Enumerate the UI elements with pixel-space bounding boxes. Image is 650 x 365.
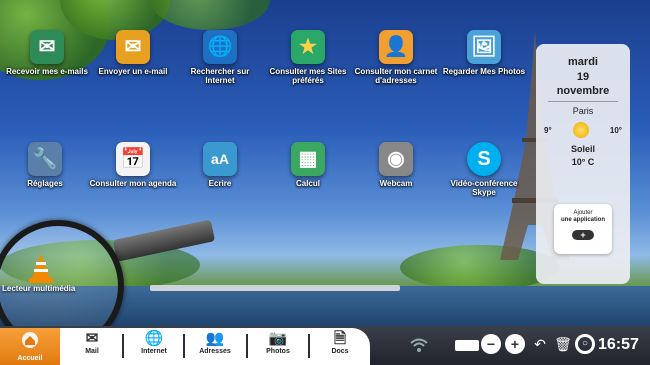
app-send-email[interactable]: ✉ Envoyer un e-mail bbox=[88, 30, 178, 76]
dock-label-addresses: Adresses bbox=[199, 348, 231, 355]
date-weather-widget: mardi 19 novembre Paris 9° 10° Soleil 10… bbox=[536, 44, 630, 284]
app-receive-email[interactable]: ✉ Recevoir mes e-mails bbox=[2, 30, 92, 76]
app-label: Consulter mes Sites préférés bbox=[269, 67, 347, 85]
dock-separator bbox=[183, 334, 185, 358]
app-label: Rechercher sur Internet bbox=[190, 67, 250, 85]
send-mail-icon: ✉ bbox=[116, 30, 150, 64]
spreadsheet-icon: ▦ bbox=[291, 142, 325, 176]
calendar-icon: 📅 bbox=[116, 142, 150, 176]
app-calculation[interactable]: ▦ Calcul bbox=[263, 142, 353, 188]
bridge-decoration bbox=[150, 285, 400, 291]
favorites-globe-icon: ★ bbox=[291, 30, 325, 64]
app-label: Calcul bbox=[295, 179, 320, 188]
desktop-background: ✉ Recevoir mes e-mails ✉ Envoyer un e-ma… bbox=[0, 0, 650, 365]
dock-home-button[interactable]: Accueil bbox=[0, 328, 60, 365]
day-number: 19 bbox=[576, 71, 590, 83]
camera-icon: 📷 bbox=[268, 330, 288, 347]
globe-icon: 🌐 bbox=[144, 330, 164, 347]
app-agenda[interactable]: 📅 Consulter mon agenda bbox=[88, 142, 178, 188]
app-search-internet[interactable]: 🌐 Rechercher sur Internet bbox=[175, 30, 265, 85]
vlc-cone-icon[interactable] bbox=[28, 254, 54, 284]
write-document-icon: aA bbox=[203, 142, 237, 176]
address-book-icon: 👤 bbox=[379, 30, 413, 64]
clock: 16:57 bbox=[598, 336, 639, 353]
webcam-icon: ◉ bbox=[379, 142, 413, 176]
sun-icon bbox=[572, 122, 589, 138]
weather-city: Paris bbox=[572, 106, 594, 116]
battery-icon[interactable] bbox=[455, 340, 479, 351]
app-address-book[interactable]: 👤 Consulter mon carnet d'adresses bbox=[351, 30, 441, 85]
photos-icon: 🖼 bbox=[467, 30, 501, 64]
dock-label-mail: Mail bbox=[85, 348, 99, 355]
add-app-label-1: Ajouter bbox=[573, 210, 593, 216]
dock-label-docs: Docs bbox=[331, 348, 349, 355]
dock-separator bbox=[308, 334, 310, 358]
current-temperature: 10° C bbox=[571, 157, 595, 167]
dock-mail[interactable]: ✉ Mail bbox=[64, 330, 120, 364]
temp-high: 10° bbox=[609, 125, 622, 135]
media-player-label: Lecteur multimédia bbox=[2, 284, 76, 293]
weather-condition: Soleil bbox=[570, 144, 595, 154]
receive-mail-icon: ✉ bbox=[30, 30, 64, 64]
mail-icon: ✉ bbox=[85, 330, 99, 347]
app-photos[interactable]: 🖼 Regarder Mes Photos bbox=[439, 30, 529, 76]
app-label: Réglages bbox=[27, 179, 63, 188]
undo-icon[interactable]: ↶ bbox=[530, 334, 550, 354]
zoom-in-icon[interactable]: + bbox=[505, 334, 525, 354]
app-label: Ecrire bbox=[208, 179, 232, 188]
app-label: Regarder Mes Photos bbox=[442, 67, 526, 76]
contacts-icon: 👥 bbox=[205, 330, 225, 347]
dock-internet[interactable]: 🌐 Internet bbox=[126, 330, 182, 364]
globe-www-icon: 🌐 bbox=[203, 30, 237, 64]
weekday: mardi bbox=[568, 56, 598, 68]
add-application-button[interactable]: Ajouter une application + bbox=[554, 204, 612, 254]
home-icon bbox=[22, 332, 38, 348]
dock-label-internet: Internet bbox=[141, 348, 167, 355]
add-app-label-2: une application bbox=[560, 217, 605, 223]
skype-icon: S bbox=[467, 142, 501, 176]
app-label: Envoyer un e-mail bbox=[98, 67, 168, 76]
app-skype[interactable]: S Vidéo-conférence Skype bbox=[439, 142, 529, 197]
divider bbox=[548, 101, 618, 102]
app-label: Consulter mon agenda bbox=[89, 179, 177, 188]
dock-separator bbox=[246, 334, 248, 358]
dock-label-photos: Photos bbox=[266, 348, 290, 355]
documents-icon: 🗎 bbox=[333, 330, 347, 347]
dock-label-home: Accueil bbox=[17, 355, 43, 362]
app-label: Webcam bbox=[379, 179, 413, 188]
app-label: Recevoir mes e-mails bbox=[6, 67, 88, 76]
app-webcam[interactable]: ◉ Webcam bbox=[351, 142, 441, 188]
plus-icon: + bbox=[572, 230, 594, 240]
settings-tools-icon: 🔧 bbox=[28, 142, 62, 176]
help-lifebuoy-icon[interactable]: ○ bbox=[575, 334, 595, 354]
app-settings[interactable]: 🔧 Réglages bbox=[0, 142, 90, 188]
dock-docs[interactable]: 🗎 Docs bbox=[312, 330, 368, 364]
app-write[interactable]: aA Ecrire bbox=[175, 142, 265, 188]
temp-low: 9° bbox=[544, 125, 552, 135]
dock-photos[interactable]: 📷 Photos bbox=[250, 330, 306, 364]
tree-leaves-decoration bbox=[150, 0, 270, 30]
app-label: Consulter mon carnet d'adresses bbox=[354, 67, 438, 85]
dock-addresses[interactable]: 👥 Adresses bbox=[187, 330, 243, 364]
wifi-icon[interactable] bbox=[410, 338, 428, 352]
month: novembre bbox=[556, 85, 610, 97]
trash-icon[interactable]: 🗑 bbox=[553, 334, 573, 354]
zoom-out-icon[interactable]: − bbox=[481, 334, 501, 354]
dock-separator bbox=[122, 334, 124, 358]
app-favorite-sites[interactable]: ★ Consulter mes Sites préférés bbox=[263, 30, 353, 85]
app-label: Vidéo-conférence Skype bbox=[450, 179, 518, 197]
